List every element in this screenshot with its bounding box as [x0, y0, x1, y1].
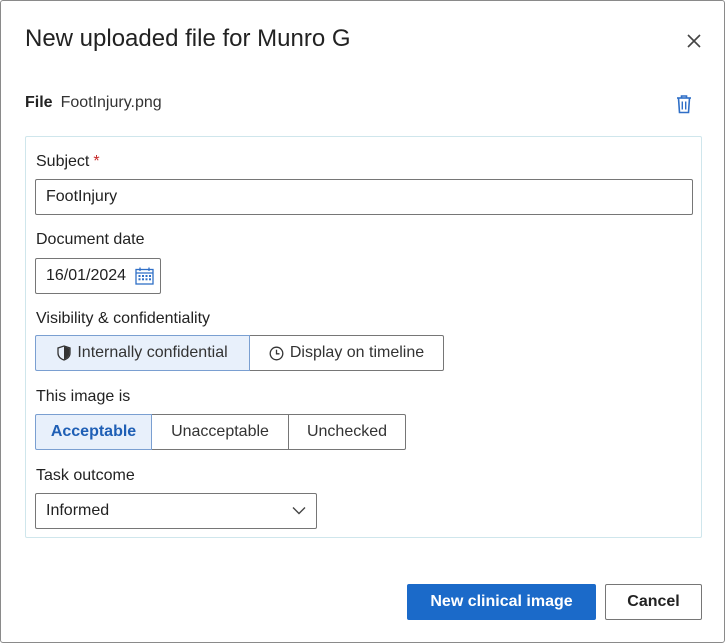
visibility-toggle-group: Internally confidential Display on timel… — [35, 335, 444, 371]
shield-icon — [57, 345, 71, 361]
close-icon[interactable] — [682, 29, 706, 53]
unacceptable-toggle[interactable]: Unacceptable — [151, 414, 289, 450]
chevron-down-icon — [292, 507, 306, 515]
file-row: File FootInjury.png — [25, 93, 162, 113]
form-panel: Subject* Document date 16/01/2024 Visibi… — [25, 136, 702, 538]
visibility-label: Visibility & confidentiality — [36, 310, 211, 327]
image-status-toggle-group: Acceptable Unacceptable Unchecked — [35, 414, 406, 450]
file-name: FootInjury.png — [60, 94, 162, 111]
document-date-value: 16/01/2024 — [46, 267, 127, 284]
dialog-title: New uploaded file for Munro G — [25, 25, 351, 52]
task-outcome-value: Informed — [46, 502, 110, 519]
internally-confidential-toggle[interactable]: Internally confidential — [35, 335, 250, 371]
task-outcome-select[interactable]: Informed — [35, 493, 317, 529]
cancel-button[interactable]: Cancel — [605, 584, 702, 620]
subject-label: Subject * — [36, 153, 100, 170]
required-marker: * — [93, 153, 100, 170]
document-date-field[interactable]: 16/01/2024 — [35, 258, 161, 294]
acceptable-toggle[interactable]: Acceptable — [35, 414, 152, 450]
image-status-label: This image is — [36, 388, 131, 405]
clock-icon — [269, 346, 284, 360]
calendar-icon[interactable] — [135, 267, 154, 285]
display-on-timeline-label: Display on timeline — [289, 344, 425, 361]
internally-confidential-label: Internally confidential — [77, 344, 228, 361]
file-label: File — [25, 94, 53, 111]
new-clinical-image-button[interactable]: New clinical image — [407, 584, 596, 620]
subject-input[interactable] — [35, 179, 693, 215]
display-on-timeline-toggle[interactable]: Display on timeline — [249, 335, 444, 371]
document-date-label: Document date — [36, 231, 145, 248]
task-outcome-label: Task outcome — [36, 467, 135, 484]
unchecked-toggle[interactable]: Unchecked — [288, 414, 406, 450]
upload-dialog: New uploaded file for Munro G File FootIn… — [0, 0, 725, 643]
trash-icon[interactable] — [674, 93, 694, 115]
